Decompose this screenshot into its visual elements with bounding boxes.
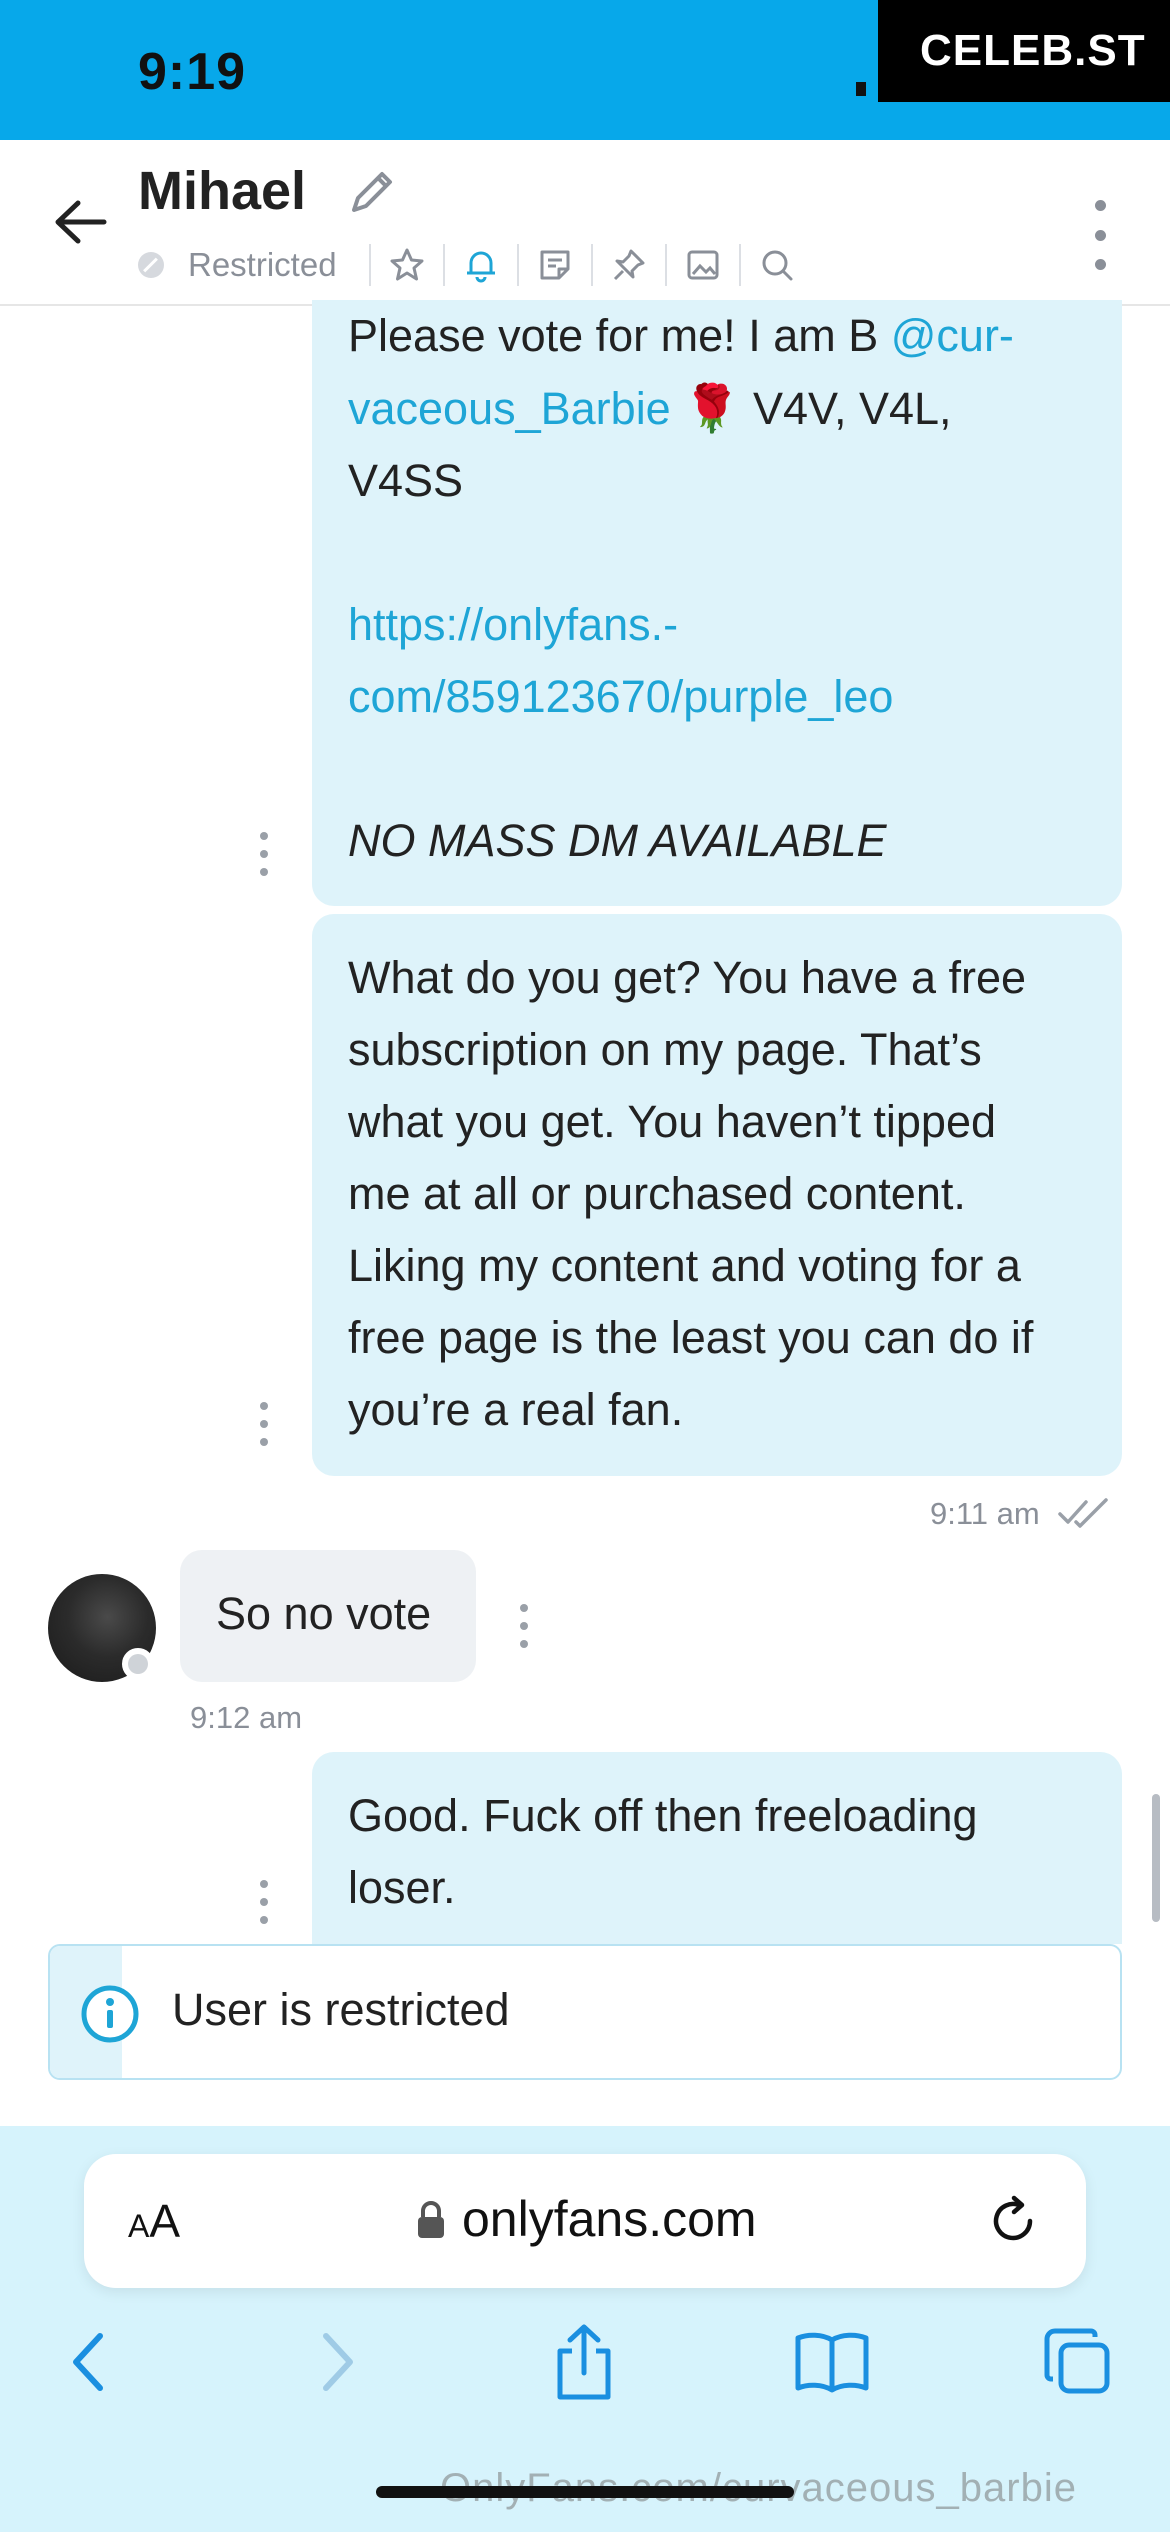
bookmarks-button[interactable] [790,2320,874,2404]
share-icon [557,2324,611,2400]
bell-icon [466,251,495,283]
read-receipt-icon [1058,1498,1108,1528]
message-line: What do you get? You have a free [348,952,1027,1003]
media-button[interactable] [681,243,725,287]
message-options-button[interactable] [254,1402,274,1446]
message-bubble-outgoing[interactable]: Good. Fuck off then freeloading loser. [312,1752,1122,1944]
message-line: what you get. You haven’t tipped [348,1096,997,1147]
search-icon [762,250,793,281]
message-line: subscription on my page. That’s [348,1024,982,1075]
message-line: me at all or purchased content. [348,1168,966,1219]
watermark-text: CELEB.ST [920,26,1146,75]
chat-contact-name[interactable]: Mihael [138,160,306,222]
message-line: Liking my content and voting for a [348,1240,1021,1291]
browser-forward-button[interactable] [296,2320,380,2404]
chat-header: Mihael Restricted [0,140,1170,306]
info-icon [81,1985,139,2043]
favorite-button[interactable] [385,243,429,287]
chat-toolbar: Restricted [138,240,799,290]
restricted-notice: User is restricted [48,1944,1122,2080]
divider [664,244,667,286]
chevron-right-icon [323,2333,353,2391]
message-line: Good. Fuck off then freeloading [348,1790,978,1841]
message-line: you’re a real fan. [348,1384,684,1435]
message-line: loser. [348,1862,456,1913]
restricted-status-label: Restricted [188,246,337,283]
notice-text: User is restricted [172,1984,510,2035]
pin-icon [613,249,645,281]
status-clock: 9:19 [138,43,247,101]
more-options-button[interactable] [1080,200,1120,270]
back-arrow-icon [55,200,107,244]
lock-icon [418,2201,444,2238]
message-options-button[interactable] [254,832,274,876]
share-button[interactable] [542,2320,626,2404]
image-icon [687,250,719,280]
note-icon [540,250,570,280]
message-options-button[interactable] [514,1604,534,1648]
scrollbar-thumb[interactable] [1152,1794,1160,1922]
signal-indicator [856,82,866,96]
back-button[interactable] [50,192,110,252]
divider [368,244,371,286]
text-size-button[interactable]: AA [128,2194,180,2248]
divider [516,244,519,286]
address-bar[interactable]: AA onlyfans.com [84,2154,1086,2288]
search-button[interactable] [755,243,799,287]
message-line: free page is the least you can do if [348,1312,1034,1363]
edit-pencil-icon [352,172,392,212]
rose-emoji: 🌹 [683,382,741,434]
more-vertical-icon [1094,200,1106,211]
star-icon [390,248,424,281]
notifications-button[interactable] [459,243,503,287]
message-options-button[interactable] [254,1880,274,1924]
url-text[interactable]: onlyfans.com [462,2190,757,2248]
restricted-badge-icon [122,1648,154,1680]
reload-icon[interactable] [984,2192,1042,2250]
tabs-button[interactable] [1036,2320,1120,2404]
notes-button[interactable] [533,243,577,287]
profile-link[interactable]: com/859123670/purple_leo [348,661,1014,733]
status-bar: 9:19 CELEB.ST [0,0,1170,140]
tabs-icon [1044,2328,1110,2394]
message-bubble-incoming[interactable]: So no vote [180,1550,476,1682]
message-bubble-outgoing[interactable]: Please vote for me! I am B @cur- vaceous… [312,300,1122,906]
mention-link[interactable]: vaceous_Barbie [348,383,671,434]
browser-back-button[interactable] [46,2320,130,2404]
message-timestamp: 9:12 am [190,1700,303,1735]
pin-button[interactable] [607,243,651,287]
message-bubble-outgoing[interactable]: What do you get? You have a free subscri… [312,914,1122,1476]
divider [738,244,741,286]
divider [590,244,593,286]
home-indicator[interactable] [376,2486,794,2498]
chevron-left-icon [73,2333,103,2391]
watermark-badge: CELEB.ST [878,0,1170,102]
message-note: NO MASS DM AVAILABLE [348,815,887,866]
divider [442,244,445,286]
profile-link[interactable]: https://onlyfans.- [348,589,1014,661]
message-timestamp: 9:11 am [930,1496,1040,1531]
message-line: vaceous_Barbie 🌹 V4V, V4L, [348,382,952,434]
message-line: V4SS [348,455,464,506]
restricted-icon [138,252,164,278]
mention-link[interactable]: @cur- [891,310,1014,361]
message-line: Please vote for me! I am B @cur- [348,310,1014,361]
book-icon [795,2332,869,2393]
edit-name-button[interactable] [344,166,398,220]
message-text: So no vote [216,1588,432,1639]
